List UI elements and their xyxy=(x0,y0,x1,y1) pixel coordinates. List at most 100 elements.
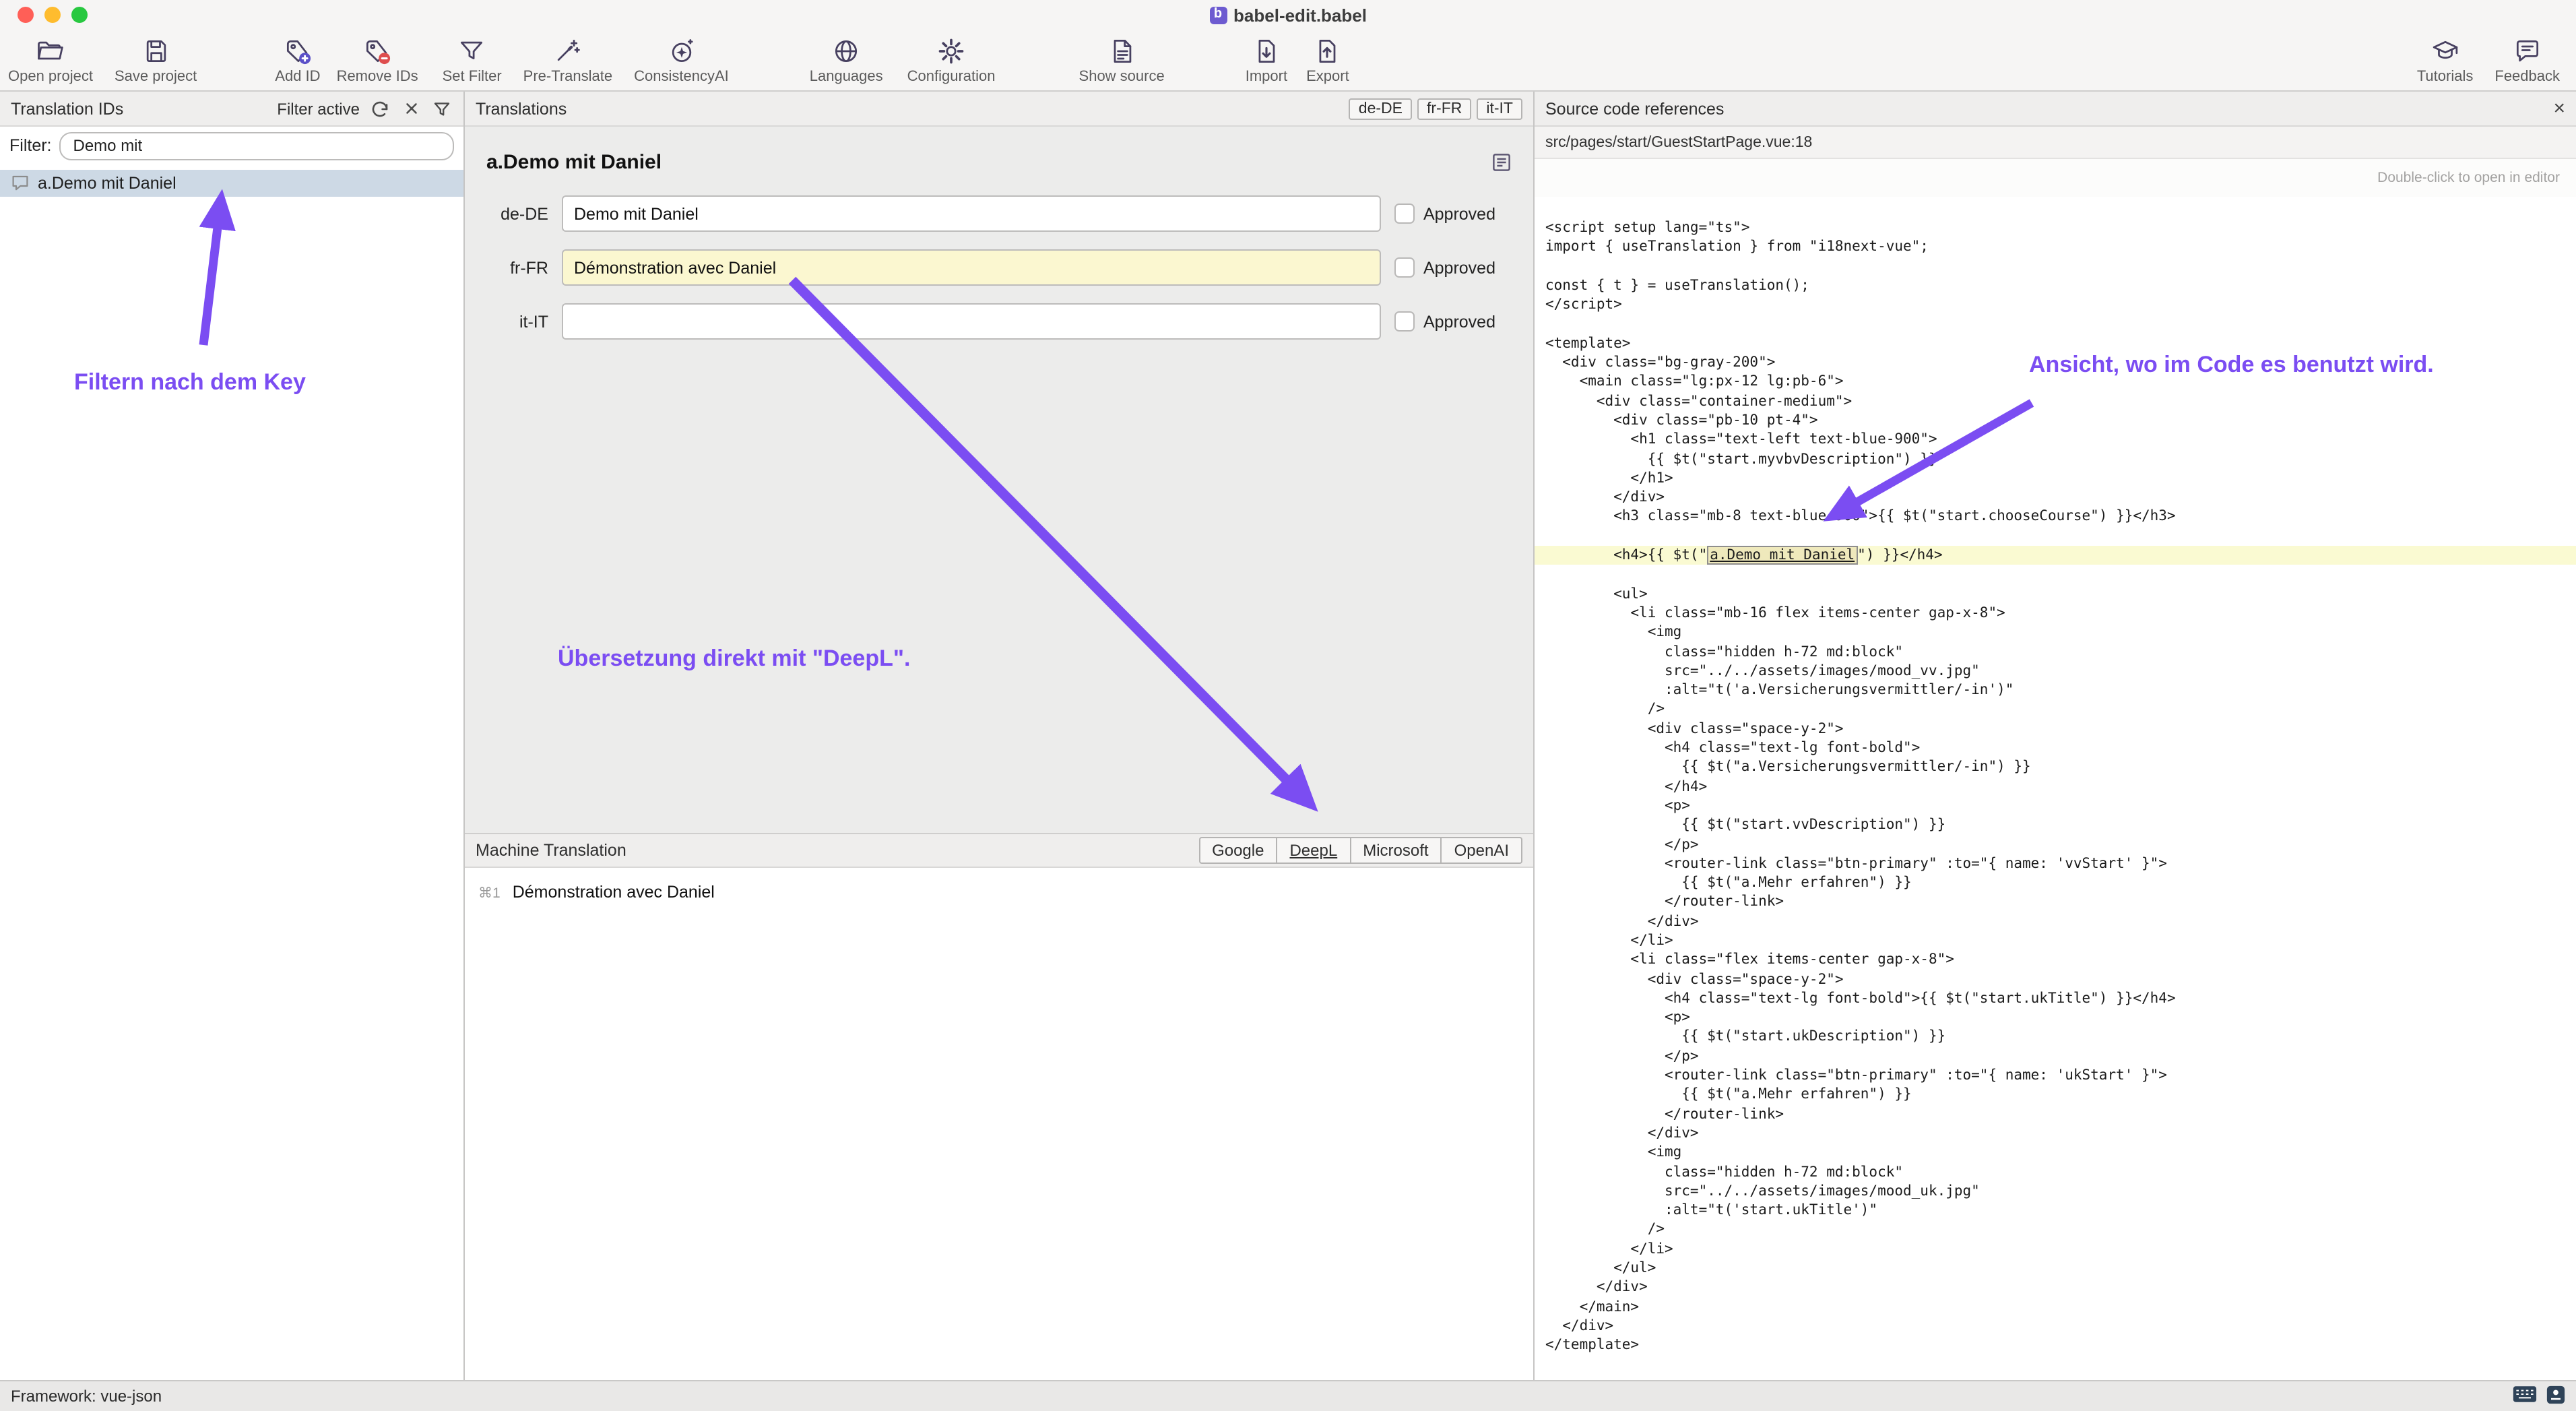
highlighted-code-line[interactable]: <h4>{{ $t("a.Demo mit Daniel") }}</h4> xyxy=(1535,546,2576,565)
toolbar-feedback[interactable]: Feedback xyxy=(2494,35,2560,85)
code-line: <h4 class="text-lg font-bold">{{ $t("sta… xyxy=(1545,989,2565,1009)
tab-it-IT[interactable]: it-IT xyxy=(1477,98,1522,119)
code-line: {{ $t("start.myvbvDescription") }} xyxy=(1545,449,2565,469)
code-line: <div class="pb-10 pt-4"> xyxy=(1545,411,2565,431)
code-line: {{ $t("a.Mehr erfahren") }} xyxy=(1545,873,2565,893)
code-line: <div class="space-y-2"> xyxy=(1545,719,2565,739)
code-line: </div> xyxy=(1545,1124,2565,1143)
code-line: {{ $t("start.vvDescription") }} xyxy=(1545,815,2565,835)
annotation-deepl-note: Übersetzung direkt mit "DeepL". xyxy=(558,646,910,672)
highlighted-translation-key[interactable]: a.Demo mit Daniel xyxy=(1707,546,1857,565)
tab-openai[interactable]: OpenAI xyxy=(1442,837,1522,864)
code-line: <img xyxy=(1545,1143,2565,1163)
code-line: <p> xyxy=(1545,1008,2565,1028)
tag-plus-icon xyxy=(283,35,313,67)
approved-checkbox-fr[interactable] xyxy=(1395,257,1415,278)
refresh-icon[interactable] xyxy=(369,98,391,119)
tab-google[interactable]: Google xyxy=(1198,837,1277,864)
toolbar-show-source[interactable]: Show source xyxy=(1079,35,1165,85)
close-icon[interactable]: × xyxy=(2553,98,2565,119)
translation-input-de[interactable] xyxy=(562,195,1382,232)
code-line: <div class="space-y-2"> xyxy=(1545,970,2565,989)
toolbar-tutorials[interactable]: Tutorials xyxy=(2417,35,2474,85)
statusbar: Framework: vue-json xyxy=(0,1380,2576,1411)
filter-row: Filter: xyxy=(0,127,463,164)
code-line: </div> xyxy=(1545,912,2565,931)
code-line: </template> xyxy=(1545,1336,2565,1355)
source-file-reference[interactable]: src/pages/start/GuestStartPage.vue:18 xyxy=(1535,127,2576,159)
selected-id-title: a.Demo mit Daniel xyxy=(486,151,662,174)
annotation-filter-note: Filtern nach dem Key xyxy=(74,369,306,396)
approved-checkbox-it[interactable] xyxy=(1395,311,1415,332)
tab-de-DE[interactable]: de-DE xyxy=(1349,98,1412,119)
code-line: </p> xyxy=(1545,835,2565,854)
toolbar-set-filter[interactable]: Set Filter xyxy=(443,35,502,85)
code-line: <li class="mb-16 flex items-center gap-x… xyxy=(1545,604,2565,623)
code-prefix: <h4>{{ $t(" xyxy=(1545,547,1707,563)
toolbar-open-project[interactable]: Open project xyxy=(8,35,93,85)
toolbar-import[interactable]: Import xyxy=(1246,35,1287,85)
code-line: </router-link> xyxy=(1545,893,2565,912)
toolbar-consistency-ai[interactable]: ConsistencyAI xyxy=(634,35,729,85)
toolbar-add-id[interactable]: Add ID xyxy=(275,35,320,85)
input-source-icon[interactable] xyxy=(2546,1385,2565,1408)
tab-microsoft[interactable]: Microsoft xyxy=(1351,837,1442,864)
code-line: :alt="t('start.ukTitle')" xyxy=(1545,1201,2565,1220)
code-line: /> xyxy=(1545,1220,2565,1240)
tab-deepl[interactable]: DeepL xyxy=(1277,837,1351,864)
translation-input-it[interactable] xyxy=(562,303,1382,340)
machine-translation-title: Machine Translation xyxy=(476,841,626,860)
lang-label-de: de-DE xyxy=(486,204,548,223)
toolbar-export[interactable]: Export xyxy=(1306,35,1349,85)
mt-suggestion[interactable]: ⌘1 Démonstration avec Daniel xyxy=(478,883,1520,902)
minimize-window-button[interactable] xyxy=(44,7,61,23)
filter-active-label[interactable]: Filter active xyxy=(277,99,360,118)
mt-provider-tabs: Google DeepL Microsoft OpenAI xyxy=(1198,837,1522,864)
translation-id-label: a.Demo mit Daniel xyxy=(38,174,176,193)
code-line: const { t } = useTranslation(); xyxy=(1545,276,2565,296)
mt-suggestion-text: Démonstration avec Daniel xyxy=(513,883,715,902)
approved-label-de: Approved xyxy=(1423,204,1495,223)
code-line: </h4> xyxy=(1545,777,2565,796)
approved-label-fr: Approved xyxy=(1423,258,1495,277)
annotation-code-note: Ansicht, wo im Code es benutzt wird. xyxy=(2029,352,2434,379)
clear-filter-icon[interactable] xyxy=(400,98,422,119)
translations-body: a.Demo mit Daniel de-DE Approved fr-FR xyxy=(465,127,1533,833)
translations-title: Translations xyxy=(476,99,567,118)
toolbar-save-project[interactable]: Save project xyxy=(115,35,197,85)
toolbar-remove-ids[interactable]: Remove IDs xyxy=(337,35,418,85)
code-line xyxy=(1545,315,2565,334)
translation-id-item[interactable]: a.Demo mit Daniel xyxy=(0,170,463,197)
translations-panel: Translations de-DE fr-FR it-IT a.Demo mi… xyxy=(465,92,1535,1380)
filter-icon[interactable] xyxy=(431,98,453,119)
close-window-button[interactable] xyxy=(18,7,34,23)
code-line: src="../../assets/images/mood_uk.jpg" xyxy=(1545,1182,2565,1201)
open-in-editor-hint: Double-click to open in editor xyxy=(1535,159,2576,197)
toolbar-configuration[interactable]: Configuration xyxy=(907,35,996,85)
main-area: Translation IDs Filter active Filter: a.… xyxy=(0,92,2576,1380)
code-suffix: ") }}</h4> xyxy=(1857,547,1942,563)
code-line: </li> xyxy=(1545,1239,2565,1259)
translation-id-list: a.Demo mit Daniel xyxy=(0,164,463,1380)
code-line: {{ $t("a.Versicherungsvermittler/-in") }… xyxy=(1545,758,2565,778)
code-line: class="hidden h-72 md:block" xyxy=(1545,1162,2565,1182)
language-tabs: de-DE fr-FR it-IT xyxy=(1349,98,1522,119)
comment-icon[interactable] xyxy=(1490,152,1512,173)
source-references-title: Source code references xyxy=(1545,99,1724,118)
source-references-panel: Source code references × src/pages/start… xyxy=(1535,92,2576,1380)
tab-fr-FR[interactable]: fr-FR xyxy=(1417,98,1471,119)
filter-input[interactable] xyxy=(60,131,455,160)
toolbar-pre-translate[interactable]: Pre-Translate xyxy=(523,35,612,85)
zoom-window-button[interactable] xyxy=(71,7,88,23)
keyboard-icon[interactable] xyxy=(2513,1385,2537,1407)
approved-label-it: Approved xyxy=(1423,312,1495,331)
approved-checkbox-de[interactable] xyxy=(1395,203,1415,224)
code-line: </router-link> xyxy=(1545,1104,2565,1124)
folder-icon xyxy=(36,35,65,67)
code-line: :alt="t('a.Versicherungsvermittler/-in')… xyxy=(1545,681,2565,700)
code-line: <li class="flex items-center gap-x-8"> xyxy=(1545,951,2565,970)
toolbar-languages[interactable]: Languages xyxy=(810,35,883,85)
lang-label-it: it-IT xyxy=(486,312,548,331)
translation-input-fr[interactable] xyxy=(562,249,1382,286)
filter-label: Filter: xyxy=(9,136,52,155)
